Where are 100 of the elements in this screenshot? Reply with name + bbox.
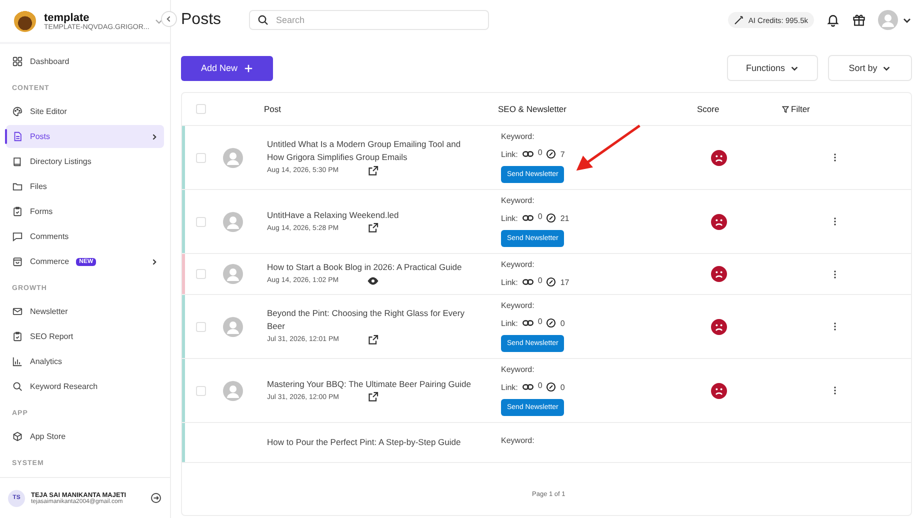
chat-icon [12,231,23,242]
sidebar-item[interactable]: Keyword Research [6,375,164,398]
sidebar-item[interactable]: SEO Report [6,325,164,348]
keyword-label: Keyword: [501,260,536,269]
sad-face-icon [711,150,727,166]
row-checkbox[interactable] [196,152,206,162]
keyword-label: Keyword: [501,436,536,445]
magic-wand-icon [734,15,744,25]
link-label: Link: [501,214,518,222]
link-count: 0 [538,212,542,221]
folder-icon [12,181,23,192]
post-title-link[interactable]: Mastering Your BBQ: The Ultimate Beer Pairing Guide [267,378,472,390]
dropdown-button[interactable]: Functions [726,55,818,81]
plus-icon [244,64,253,72]
gauge-icon [546,277,556,287]
author-avatar-icon [223,212,243,232]
logout-icon[interactable] [150,492,162,504]
author-avatar-icon [223,264,243,284]
box-icon [12,431,23,442]
score-count: 0 [560,382,565,392]
book-icon [12,156,23,167]
more-options-icon[interactable] [833,217,837,226]
sad-face-icon [711,214,727,230]
link-icon [522,381,534,393]
sad-face-icon [711,318,727,334]
sidebar-item[interactable]: Forms [6,200,164,223]
link-icon [522,212,534,224]
grid-icon [12,56,23,67]
row-checkbox[interactable] [196,322,206,332]
notification-bell-icon[interactable] [826,13,840,27]
doc-icon [12,131,23,142]
search-icon [12,381,23,392]
link-count: 0 [538,148,542,157]
gauge-icon [546,149,556,159]
author-avatar-icon [223,316,243,336]
keyword-label: Keyword: [501,132,536,141]
post-title-link[interactable]: UntitHave a Relaxing Weekend.led [267,208,472,222]
more-options-icon[interactable] [833,322,837,331]
column-header: Post [264,104,282,114]
select-all-checkbox[interactable] [196,104,206,114]
sidebar-item[interactable]: Comments [6,225,164,248]
page-title: Posts [181,11,222,29]
link-label: Link: [501,318,518,328]
post-title-link[interactable]: Beyond the Pint: Choosing the Right Glass for Every Beer [267,307,472,333]
score-count: 0 [560,318,565,328]
gauge-icon [546,382,556,392]
sidebar-item[interactable]: Analytics [6,350,164,373]
link-label: Link: [501,278,518,286]
link-label: Link: [501,382,518,392]
sad-face-icon [711,266,727,282]
external-link-icon[interactable] [367,222,379,234]
dropdown-button[interactable]: Sort by [828,55,912,81]
row-checkbox[interactable] [196,269,206,279]
search-field[interactable]: Search [249,10,490,30]
sidebar-item[interactable]: Directory Listings [6,150,164,173]
mail-icon [12,306,23,317]
collapse-sidebar-button[interactable] [161,11,177,27]
link-count: 0 [538,381,542,390]
workspace-name: template [44,12,90,24]
score-count: 7 [560,150,565,158]
external-link-icon[interactable] [367,391,379,404]
sidebar-item[interactable]: Posts [6,125,164,148]
sad-face-icon [711,382,727,398]
sidebar-item[interactable]: Files [6,175,164,198]
more-options-icon[interactable] [833,153,837,162]
sidebar-item[interactable]: Dashboard [6,50,164,73]
gauge-icon [546,318,556,328]
more-options-icon[interactable] [833,270,837,278]
author-avatar-icon [223,380,243,400]
external-link-icon[interactable] [367,164,379,177]
keyword-label: Keyword: [501,196,536,205]
row-checkbox[interactable] [196,216,206,226]
author-avatar-icon [223,148,243,168]
link-label: Link: [501,150,518,158]
more-options-icon[interactable] [833,386,837,395]
chevron-down-icon [882,64,892,72]
keyword-label: Keyword: [501,365,536,374]
link-count: 0 [538,276,542,285]
link-count: 0 [538,317,542,326]
gift-icon[interactable] [852,13,866,27]
post-title-link[interactable]: How to Pour the Perfect Pint: A Step-by-Step Guide [267,436,472,449]
bag-icon [12,256,23,267]
post-title-link[interactable]: Untitled What Is a Modern Group Emailing Tool and How Grigora Simplifies Group Emails [267,138,472,164]
column-header: SEO & Newsletter [498,104,568,114]
post-title-link[interactable]: How to Start a Book Blog in 2026: A Practical Guide [267,261,472,274]
filter-button[interactable]: Filter [782,104,810,114]
clipboard-icon [12,206,23,217]
workspace-logo [14,10,36,32]
keyword-label: Keyword: [501,301,536,310]
link-icon [522,276,534,288]
link-icon [522,148,534,160]
sidebar-item[interactable]: App Store [6,425,164,448]
add-new-button[interactable]: Add New [181,56,273,80]
sidebar-item[interactable]: Newsletter [6,300,164,323]
clipboard-icon [12,331,23,342]
sidebar-item[interactable]: Site Editor [6,100,164,123]
row-checkbox[interactable] [196,386,206,396]
eye-icon[interactable] [367,274,379,287]
external-link-icon[interactable] [367,334,379,346]
column-header: Score [697,104,720,114]
